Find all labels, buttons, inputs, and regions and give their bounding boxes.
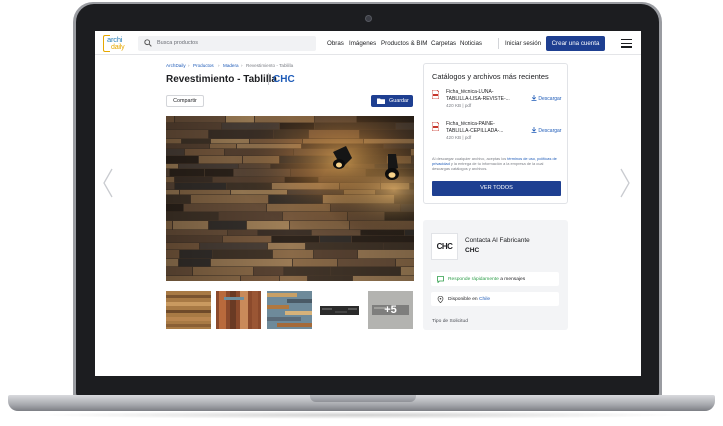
hamburger-menu-icon[interactable] bbox=[621, 39, 632, 48]
title-divider bbox=[268, 73, 269, 85]
manufacturer-name[interactable]: CHC bbox=[465, 247, 479, 255]
manufacturer-logo[interactable]: CHC bbox=[431, 233, 458, 260]
download-link[interactable]: Descargar bbox=[531, 127, 561, 135]
file-item[interactable]: Ficha_técnica-LUNA- TABLILLA-LISA-REVIST… bbox=[432, 89, 562, 115]
legal-notice: Al descargar cualquier archivo, aceptas … bbox=[432, 156, 562, 172]
logo-text-1: archi bbox=[107, 35, 123, 44]
nav-carpetas[interactable]: Carpetas bbox=[431, 39, 456, 48]
signup-button[interactable]: Crear una cuenta bbox=[546, 36, 605, 51]
chat-icon bbox=[437, 276, 444, 283]
nav-productos-bim[interactable]: Productos & BIM bbox=[381, 39, 427, 48]
thumbnail-4[interactable] bbox=[317, 291, 362, 329]
file-name-line2: TABLILLA-CEPILLADA-... bbox=[446, 127, 504, 134]
next-arrow-icon[interactable] bbox=[619, 168, 631, 198]
laptop-mockup: archi daily Busca productos Obras Imágen… bbox=[0, 0, 723, 426]
thumbnail-1[interactable] bbox=[166, 291, 211, 329]
catalogs-panel: Catálogos y archivos más recientes Ficha… bbox=[423, 63, 568, 204]
search-input[interactable]: Busca productos bbox=[138, 36, 316, 51]
availability-badge: Disponible en Chile bbox=[431, 292, 559, 306]
thumbnail-5-more[interactable]: +5 bbox=[368, 291, 413, 329]
login-link[interactable]: Iniciar sesión bbox=[505, 39, 541, 48]
contact-panel: CHC Contacta Al Fabricante CHC Responde … bbox=[423, 220, 568, 330]
prev-arrow-icon[interactable] bbox=[102, 168, 114, 198]
download-link[interactable]: Descargar bbox=[531, 95, 561, 103]
breadcrumb-sep: › bbox=[241, 63, 243, 68]
product-title: Revestimiento - Tablilla bbox=[166, 74, 277, 85]
nav-noticias[interactable]: Noticias bbox=[460, 39, 482, 48]
catalogs-heading: Catálogos y archivos más recientes bbox=[432, 72, 549, 81]
response-highlight: Responde rápidamente bbox=[448, 277, 499, 282]
search-icon bbox=[144, 39, 152, 47]
breadcrumb-current: Revestimiento - Tablilla bbox=[246, 63, 294, 68]
wood-wall-illustration bbox=[166, 116, 414, 281]
laptop-shadow bbox=[30, 411, 690, 419]
file-meta: 420 KB | pdf bbox=[446, 103, 472, 108]
site-header: archi daily Busca productos Obras Imágen… bbox=[95, 31, 641, 55]
response-text: Responde rápidamente a mensajes bbox=[448, 276, 525, 283]
webcam bbox=[365, 15, 372, 22]
breadcrumb-sep: › bbox=[188, 63, 190, 68]
product-main-image[interactable] bbox=[166, 116, 414, 281]
folder-icon bbox=[377, 98, 385, 104]
download-icon bbox=[531, 127, 537, 133]
availability-country[interactable]: Chile bbox=[479, 297, 490, 302]
nav-obras[interactable]: Obras bbox=[327, 39, 344, 48]
screen: archi daily Busca productos Obras Imágen… bbox=[95, 31, 641, 376]
laptop-notch bbox=[310, 395, 416, 402]
save-label: Guardar bbox=[389, 98, 409, 104]
breadcrumb-archdaily[interactable]: ArchDaily bbox=[166, 63, 186, 69]
logo-text-2: daily bbox=[111, 44, 125, 51]
file-name-line2: TABLILLA-LISA-REVISTE-... bbox=[446, 95, 510, 102]
brand-link[interactable]: CHC bbox=[273, 73, 295, 86]
breadcrumb-sep: › bbox=[218, 63, 220, 68]
thumbnail-3[interactable] bbox=[267, 291, 312, 329]
response-badge: Responde rápidamente a mensajes bbox=[431, 272, 559, 286]
download-label: Descargar bbox=[538, 96, 562, 102]
save-button[interactable]: Guardar bbox=[371, 95, 413, 107]
archdaily-logo[interactable]: archi daily bbox=[103, 35, 129, 52]
file-item[interactable]: Ficha_técnica-PAINE- TABLILLA-CEPILLADA-… bbox=[432, 121, 562, 147]
nav-imagenes[interactable]: Imágenes bbox=[349, 39, 376, 48]
contact-heading: Contacta Al Fabricante bbox=[465, 237, 530, 244]
availability-text: Disponible en Chile bbox=[448, 296, 490, 303]
share-button[interactable]: Compartir bbox=[166, 95, 204, 107]
breadcrumb-madera[interactable]: Madera bbox=[223, 63, 239, 69]
search-placeholder: Busca productos bbox=[157, 40, 198, 46]
file-name: Ficha_técnica-PAINE- TABLILLA-CEPILLADA-… bbox=[446, 121, 528, 134]
pdf-icon bbox=[432, 122, 439, 131]
file-meta: 420 KB | pdf bbox=[446, 135, 472, 140]
page-title: Revestimiento - Tablilla bbox=[166, 73, 277, 86]
thumbnail-2[interactable] bbox=[216, 291, 261, 329]
download-label: Descargar bbox=[538, 128, 562, 134]
download-icon bbox=[531, 95, 537, 101]
file-name: Ficha_técnica-LUNA- TABLILLA-LISA-REVIST… bbox=[446, 89, 528, 102]
availability-prefix: Disponible en bbox=[448, 297, 479, 302]
breadcrumb-productos[interactable]: Productos bbox=[193, 63, 214, 69]
request-type-label: Tipo de Solicitud bbox=[432, 319, 468, 324]
more-images-count: +5 bbox=[368, 291, 413, 329]
location-pin-icon bbox=[437, 296, 444, 303]
pdf-icon bbox=[432, 90, 439, 99]
header-divider bbox=[498, 38, 499, 49]
response-rest: a mensajes bbox=[498, 277, 526, 282]
view-all-button[interactable]: VER TODOS bbox=[432, 181, 561, 196]
